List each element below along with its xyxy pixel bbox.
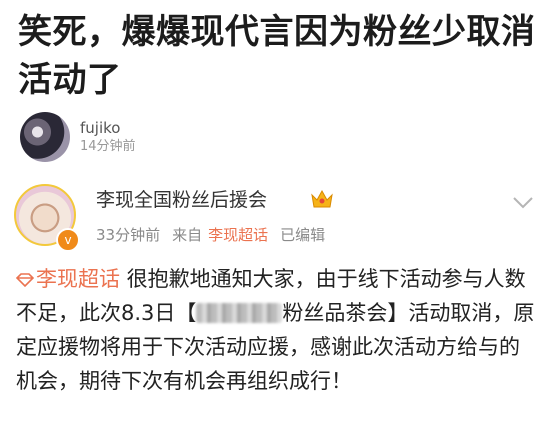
source-prefix: 来自 <box>172 226 203 244</box>
diamond-icon <box>16 273 34 287</box>
account-name[interactable]: 李现全国粉丝后援会 <box>96 186 267 214</box>
post-title: 笑死，爆爆现代言因为粉丝少取消活动了 <box>18 12 536 100</box>
source-link[interactable]: 李现超话 <box>208 226 268 244</box>
author-name[interactable]: fujiko <box>80 118 136 138</box>
post-meta: 33分钟前 来自 李现超话 已编辑 <box>96 224 337 246</box>
edited-label: 已编辑 <box>280 226 326 244</box>
topic-tag-link[interactable]: 李现超话 <box>16 267 120 291</box>
embedded-weibo-post: v 李现全国粉丝后援会 33分钟前 来自 李现超话 已编辑 李现超话 很抱歉地通知大家… <box>0 172 550 440</box>
author-timestamp: 14分钟前 <box>80 139 136 154</box>
blurred-redaction <box>196 303 283 323</box>
crown-icon <box>311 189 333 208</box>
author-avatar[interactable] <box>20 112 70 162</box>
topic-tag-label: 李现超话 <box>36 267 120 291</box>
vip-badge-icon: v <box>56 228 80 252</box>
post-body: 李现超话 很抱歉地通知大家，由于线下活动参与人数不足，此次8.3日【 粉丝品茶会】… <box>16 262 536 398</box>
post-author[interactable]: fujiko 14分钟前 <box>20 112 136 162</box>
chevron-down-icon[interactable] <box>512 196 534 210</box>
post-time: 33分钟前 <box>96 226 161 244</box>
